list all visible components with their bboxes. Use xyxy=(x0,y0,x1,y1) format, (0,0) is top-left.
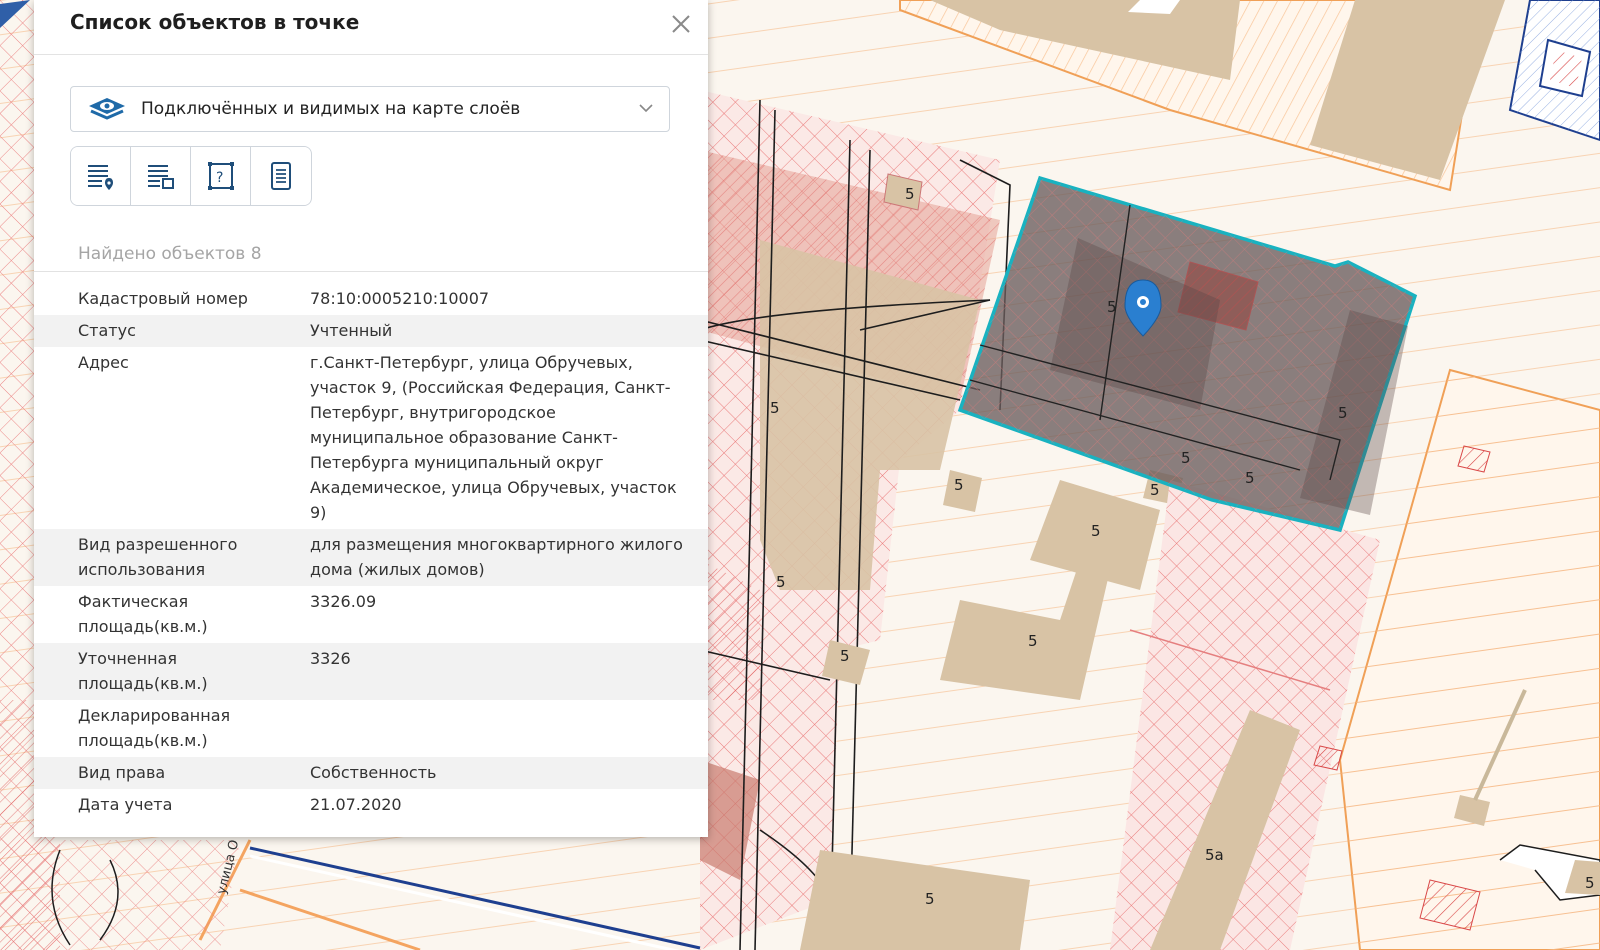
property-row: Декларированная площадь(кв.м.) xyxy=(34,700,708,757)
list-area-icon xyxy=(147,165,174,189)
layers-icon xyxy=(89,98,125,120)
property-value: 21.07.2020 xyxy=(310,795,402,814)
property-value: 3326 xyxy=(310,649,351,668)
building-number-label: 5 xyxy=(1150,481,1160,499)
object-properties-table: Кадастровый номер 78:10:0005210:10007 Ст… xyxy=(34,283,708,821)
property-label: Уточненная площадь(кв.м.) xyxy=(78,649,208,693)
building-number-label: 5 xyxy=(776,573,786,591)
building-number-label: 5 xyxy=(1181,449,1191,467)
building-number-label: 5 xyxy=(1107,298,1117,316)
property-row: Кадастровый номер 78:10:0005210:10007 xyxy=(34,283,708,315)
list-by-area-button[interactable] xyxy=(131,147,191,205)
property-label: Кадастровый номер xyxy=(78,289,248,308)
property-value: 3326.09 xyxy=(310,592,377,611)
building-number-label: 5а xyxy=(1205,846,1224,864)
divider xyxy=(34,271,708,272)
property-value: 78:10:0005210:10007 xyxy=(310,289,490,308)
building-number-label: 5 xyxy=(770,399,780,417)
close-icon xyxy=(672,15,690,33)
property-label: Вид разрешенного использования xyxy=(78,535,238,579)
building-number-label: 5 xyxy=(954,476,964,494)
property-value: Учтенный xyxy=(310,321,393,340)
document-button[interactable] xyxy=(251,147,310,205)
property-label: Статус xyxy=(78,321,136,340)
building-number-label: 5 xyxy=(1338,404,1348,422)
layer-scope-select[interactable]: Подключённых и видимых на карте слоёв xyxy=(70,86,670,132)
property-value: для размещения многоквартирного жилого д… xyxy=(310,535,683,579)
property-row: Статус Учтенный xyxy=(34,315,708,347)
help-frame-icon: ? xyxy=(207,162,234,190)
list-by-point-button[interactable] xyxy=(71,147,131,205)
building-number-label: 5 xyxy=(1028,632,1038,650)
property-value: г.Санкт-Петербург, улица Обручевых, учас… xyxy=(310,353,677,522)
property-label: Фактическая площадь(кв.м.) xyxy=(78,592,208,636)
objects-at-point-panel: Список объектов в точке Подключённых и в… xyxy=(34,0,708,837)
building-number-label: 5 xyxy=(1091,522,1101,540)
document-icon xyxy=(270,162,291,190)
property-row: Дата учета 21.07.2020 xyxy=(34,789,708,821)
panel-title: Список объектов в точке xyxy=(70,10,360,34)
property-row: Уточненная площадь(кв.м.) 3326 xyxy=(34,643,708,700)
panel-toolbar: ? xyxy=(70,146,312,206)
property-row: Вид права Собственность xyxy=(34,757,708,789)
found-count: Найдено объектов 8 xyxy=(78,244,262,264)
property-row: Вид разрешенного использования для разме… xyxy=(34,529,708,586)
property-label: Декларированная площадь(кв.м.) xyxy=(78,706,231,750)
list-pin-icon xyxy=(87,165,113,190)
chevron-down-icon xyxy=(639,104,653,113)
property-label: Адрес xyxy=(78,353,129,372)
property-label: Дата учета xyxy=(78,795,173,814)
property-row: Фактическая площадь(кв.м.) 3326.09 xyxy=(34,586,708,643)
layer-scope-value: Подключённых и видимых на карте слоёв xyxy=(141,99,521,119)
panel-header: Список объектов в точке xyxy=(34,0,708,55)
property-value xyxy=(310,703,690,753)
help-frame-button[interactable]: ? xyxy=(191,147,251,205)
property-label: Вид права xyxy=(78,763,166,782)
property-row: Адрес г.Санкт-Петербург, улица Обручевых… xyxy=(34,347,708,529)
svg-text:?: ? xyxy=(216,170,223,186)
building-number-label: 5 xyxy=(1585,874,1595,892)
close-button[interactable] xyxy=(668,11,694,37)
building-number-label: 5 xyxy=(905,185,915,203)
building-number-label: 5 xyxy=(840,647,850,665)
property-value: Собственность xyxy=(310,763,437,782)
building-number-label: 5 xyxy=(1245,469,1255,487)
building-number-label: 5 xyxy=(925,890,935,908)
